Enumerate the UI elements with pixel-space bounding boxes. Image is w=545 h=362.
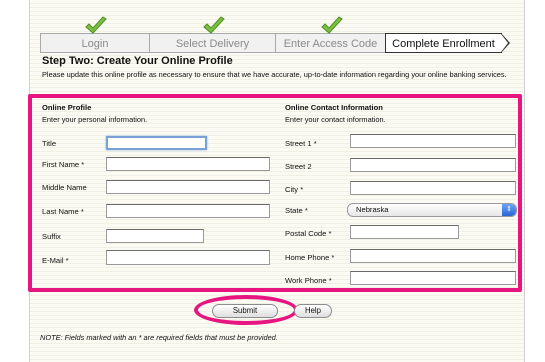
suffix-input[interactable] xyxy=(106,229,204,243)
suffix-label: Suffix xyxy=(42,232,61,241)
middle-name-label: Middle Name xyxy=(42,183,87,192)
step-access-code: Enter Access Code xyxy=(275,16,385,53)
email-field[interactable] xyxy=(106,250,270,265)
postal-code-input[interactable] xyxy=(350,225,459,239)
title-input[interactable] xyxy=(106,136,207,150)
contact-section-subtitle: Enter your contact information. xyxy=(285,115,386,124)
work-phone-input[interactable] xyxy=(350,271,516,285)
submit-button[interactable]: Submit xyxy=(212,304,278,318)
step-label: Select Delivery xyxy=(175,38,250,50)
step-label: Complete Enrollment xyxy=(392,38,495,50)
city-input[interactable] xyxy=(350,181,516,195)
step-progress: Login Select Delivery Enter Access Code … xyxy=(40,16,510,53)
home-phone-input[interactable] xyxy=(350,249,516,263)
middle-name-input[interactable] xyxy=(106,180,270,194)
first-name-label: First Name * xyxy=(42,160,85,169)
contact-section-title: Online Contact Information xyxy=(285,103,383,112)
checkmark-icon xyxy=(84,16,108,36)
email-label: E-Mail * xyxy=(42,256,69,265)
step-label: Enter Access Code xyxy=(283,38,378,50)
profile-section-subtitle: Enter your personal information. xyxy=(42,115,148,124)
state-select-value: Nebraska xyxy=(356,205,389,214)
postal-code-label: Postal Code * xyxy=(285,229,332,238)
step-login: Login xyxy=(40,16,149,53)
street2-label: Street 2 xyxy=(285,162,312,171)
work-phone-label: Work Phone * xyxy=(285,276,332,285)
help-button[interactable]: Help xyxy=(294,304,332,318)
intro-text: Please update this online profile as nec… xyxy=(42,70,507,79)
first-name-input[interactable] xyxy=(106,157,270,171)
updown-arrow-icon: ⇕ xyxy=(502,204,516,216)
street2-input[interactable] xyxy=(350,158,516,172)
page-title: Step Two: Create Your Online Profile xyxy=(42,55,233,67)
profile-section-title: Online Profile xyxy=(42,103,92,112)
last-name-input[interactable] xyxy=(106,204,270,218)
state-select[interactable]: Nebraska ⇕ xyxy=(347,203,517,217)
step-label: Login xyxy=(81,38,109,50)
street1-label: Street 1 * xyxy=(285,139,317,148)
required-fields-note: NOTE: Fields marked with an * are requir… xyxy=(40,333,278,342)
step-select-delivery: Select Delivery xyxy=(149,16,275,53)
home-phone-label: Home Phone * xyxy=(285,253,335,262)
street1-input[interactable] xyxy=(350,134,516,148)
last-name-label: Last Name * xyxy=(42,207,84,216)
city-label: City * xyxy=(285,185,304,194)
step-complete-enrollment: Complete Enrollment xyxy=(385,33,510,53)
title-label: Title xyxy=(42,139,57,148)
checkmark-icon xyxy=(320,16,344,36)
checkmark-icon xyxy=(202,16,226,36)
state-label: State * xyxy=(285,206,308,215)
